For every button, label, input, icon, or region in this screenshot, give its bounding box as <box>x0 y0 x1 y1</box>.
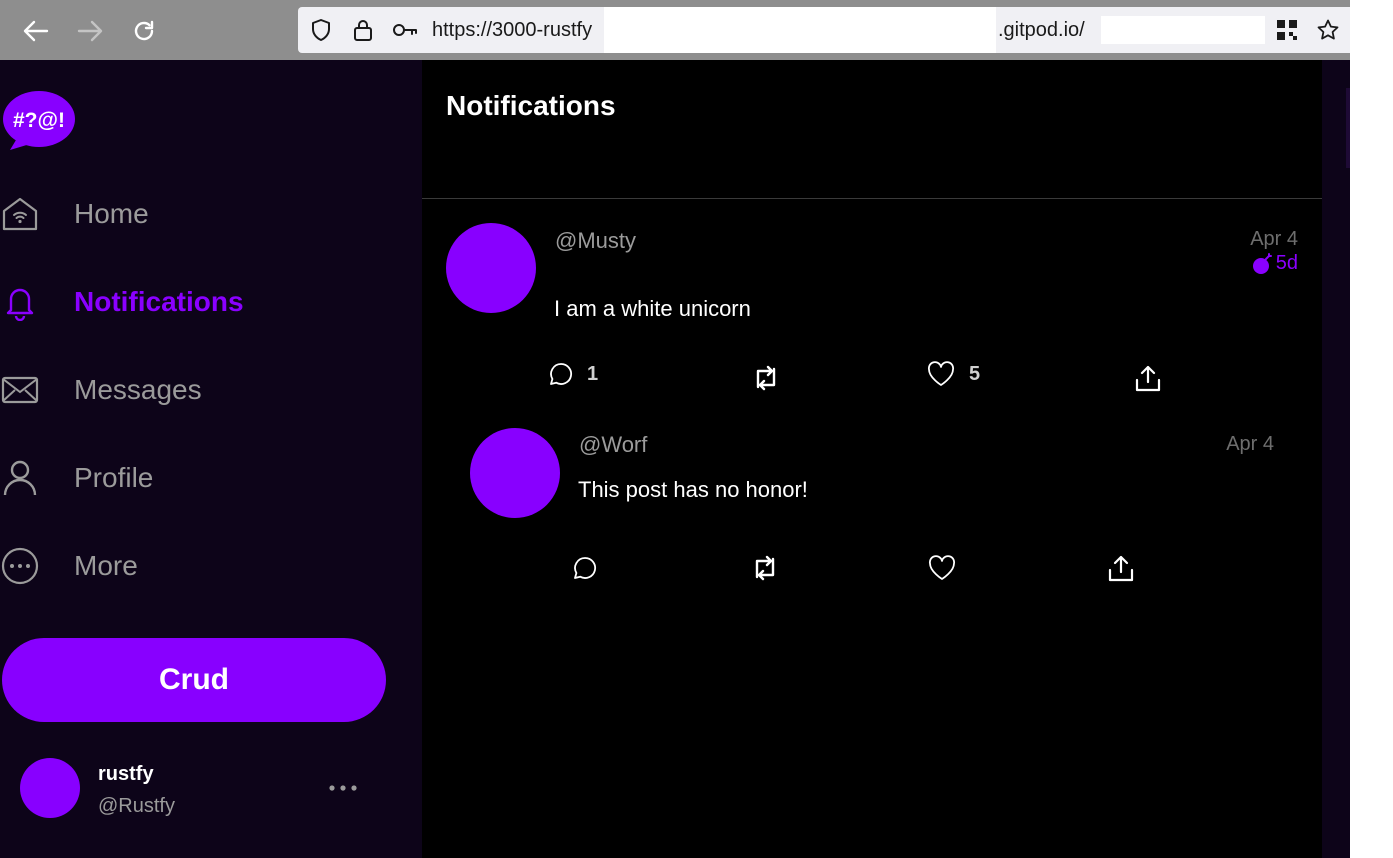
bell-icon <box>0 282 40 322</box>
crud-button[interactable]: Crud <box>2 638 386 722</box>
home-icon <box>0 194 40 234</box>
reload-button[interactable] <box>127 14 161 48</box>
key-icon[interactable] <box>392 18 417 42</box>
sidebar-item-messages[interactable]: Messages <box>0 360 202 420</box>
bomb-icon <box>1252 252 1272 274</box>
post-text: I am a white unicorn <box>554 296 751 321</box>
right-panel-edge <box>1322 60 1350 858</box>
share-icon <box>1135 365 1161 392</box>
post-text: This post has no honor! <box>578 477 808 502</box>
heart-icon <box>928 361 954 386</box>
qr-code-icon[interactable] <box>1275 18 1299 42</box>
avatar[interactable] <box>20 758 80 818</box>
redacted-url-part <box>604 7 996 53</box>
sidebar-item-label: Profile <box>74 462 154 493</box>
url-suffix: .gitpod.io/ <box>998 19 1085 41</box>
repost-icon <box>756 365 776 391</box>
post-age-badge: 5d <box>1252 252 1298 275</box>
reply-button[interactable]: 1 <box>549 359 598 389</box>
post-age-text: 5d <box>1275 252 1298 274</box>
url-prefix: https://3000-rustfy <box>432 19 593 41</box>
share-button[interactable] <box>1135 363 1161 393</box>
browser-toolbar: https://3000-rustfy .gitpod.io/ <box>0 0 1350 60</box>
comment-icon <box>550 363 573 385</box>
repost-button[interactable] <box>751 363 781 393</box>
reload-icon <box>134 20 154 41</box>
forward-button[interactable] <box>73 14 107 48</box>
ellipsis-icon <box>329 785 357 791</box>
share-icon <box>1108 555 1134 582</box>
page-title: Notifications <box>446 90 616 121</box>
envelope-icon <box>0 370 40 410</box>
sidebar-item-label: More <box>74 550 138 581</box>
more-circle-icon <box>0 546 40 586</box>
logo-text: #?@! <box>13 109 65 132</box>
redacted-url-path <box>1101 16 1265 44</box>
reply-count: 1 <box>587 362 599 385</box>
shield-icon[interactable] <box>309 18 333 42</box>
post-avatar[interactable] <box>470 428 560 518</box>
repost-icon <box>755 555 775 581</box>
like-button[interactable]: 5 <box>927 359 980 389</box>
post-handle[interactable]: @Musty <box>555 228 636 254</box>
forward-arrow-icon <box>77 20 103 42</box>
post-date: Apr 4 <box>1250 228 1298 250</box>
comment-icon <box>574 557 597 579</box>
sidebar: #?@! Home Notifications Messages Profile… <box>0 60 422 858</box>
heart-icon <box>929 555 955 580</box>
reply-button[interactable] <box>573 553 597 583</box>
app-window: #?@! Home Notifications Messages Profile… <box>0 60 1350 858</box>
sidebar-item-more[interactable]: More <box>0 536 138 596</box>
back-arrow-icon <box>23 20 49 42</box>
bookmark-star-icon[interactable] <box>1316 18 1340 42</box>
like-button[interactable] <box>928 553 956 583</box>
logo[interactable]: #?@! <box>2 90 76 152</box>
like-count: 5 <box>969 362 981 385</box>
address-bar[interactable]: https://3000-rustfy .gitpod.io/ <box>298 7 1350 53</box>
repost-button[interactable] <box>750 553 780 583</box>
panel-highlight <box>1346 88 1350 168</box>
sidebar-item-profile[interactable]: Profile <box>0 448 153 508</box>
back-button[interactable] <box>19 14 53 48</box>
user-handle: @Rustfy <box>98 795 175 817</box>
post-date: Apr 4 <box>1226 433 1274 455</box>
post-handle[interactable]: @Worf <box>579 432 647 458</box>
divider <box>422 198 1322 199</box>
post-avatar[interactable] <box>446 223 536 313</box>
sidebar-item-label: Messages <box>74 374 202 405</box>
speech-bubble-logo-icon: #?@! <box>3 91 75 150</box>
share-button[interactable] <box>1108 553 1134 583</box>
account-menu-button[interactable] <box>324 776 362 800</box>
sidebar-item-home[interactable]: Home <box>0 184 149 244</box>
lock-icon[interactable] <box>351 18 375 42</box>
main-feed: Notifications @Musty Apr 4 5d I am a whi… <box>422 60 1322 858</box>
user-name: rustfy <box>98 763 154 785</box>
sidebar-item-notifications[interactable]: Notifications <box>0 272 244 332</box>
sidebar-item-label: Notifications <box>74 286 244 317</box>
sidebar-item-label: Home <box>74 198 149 229</box>
person-icon <box>0 458 40 498</box>
